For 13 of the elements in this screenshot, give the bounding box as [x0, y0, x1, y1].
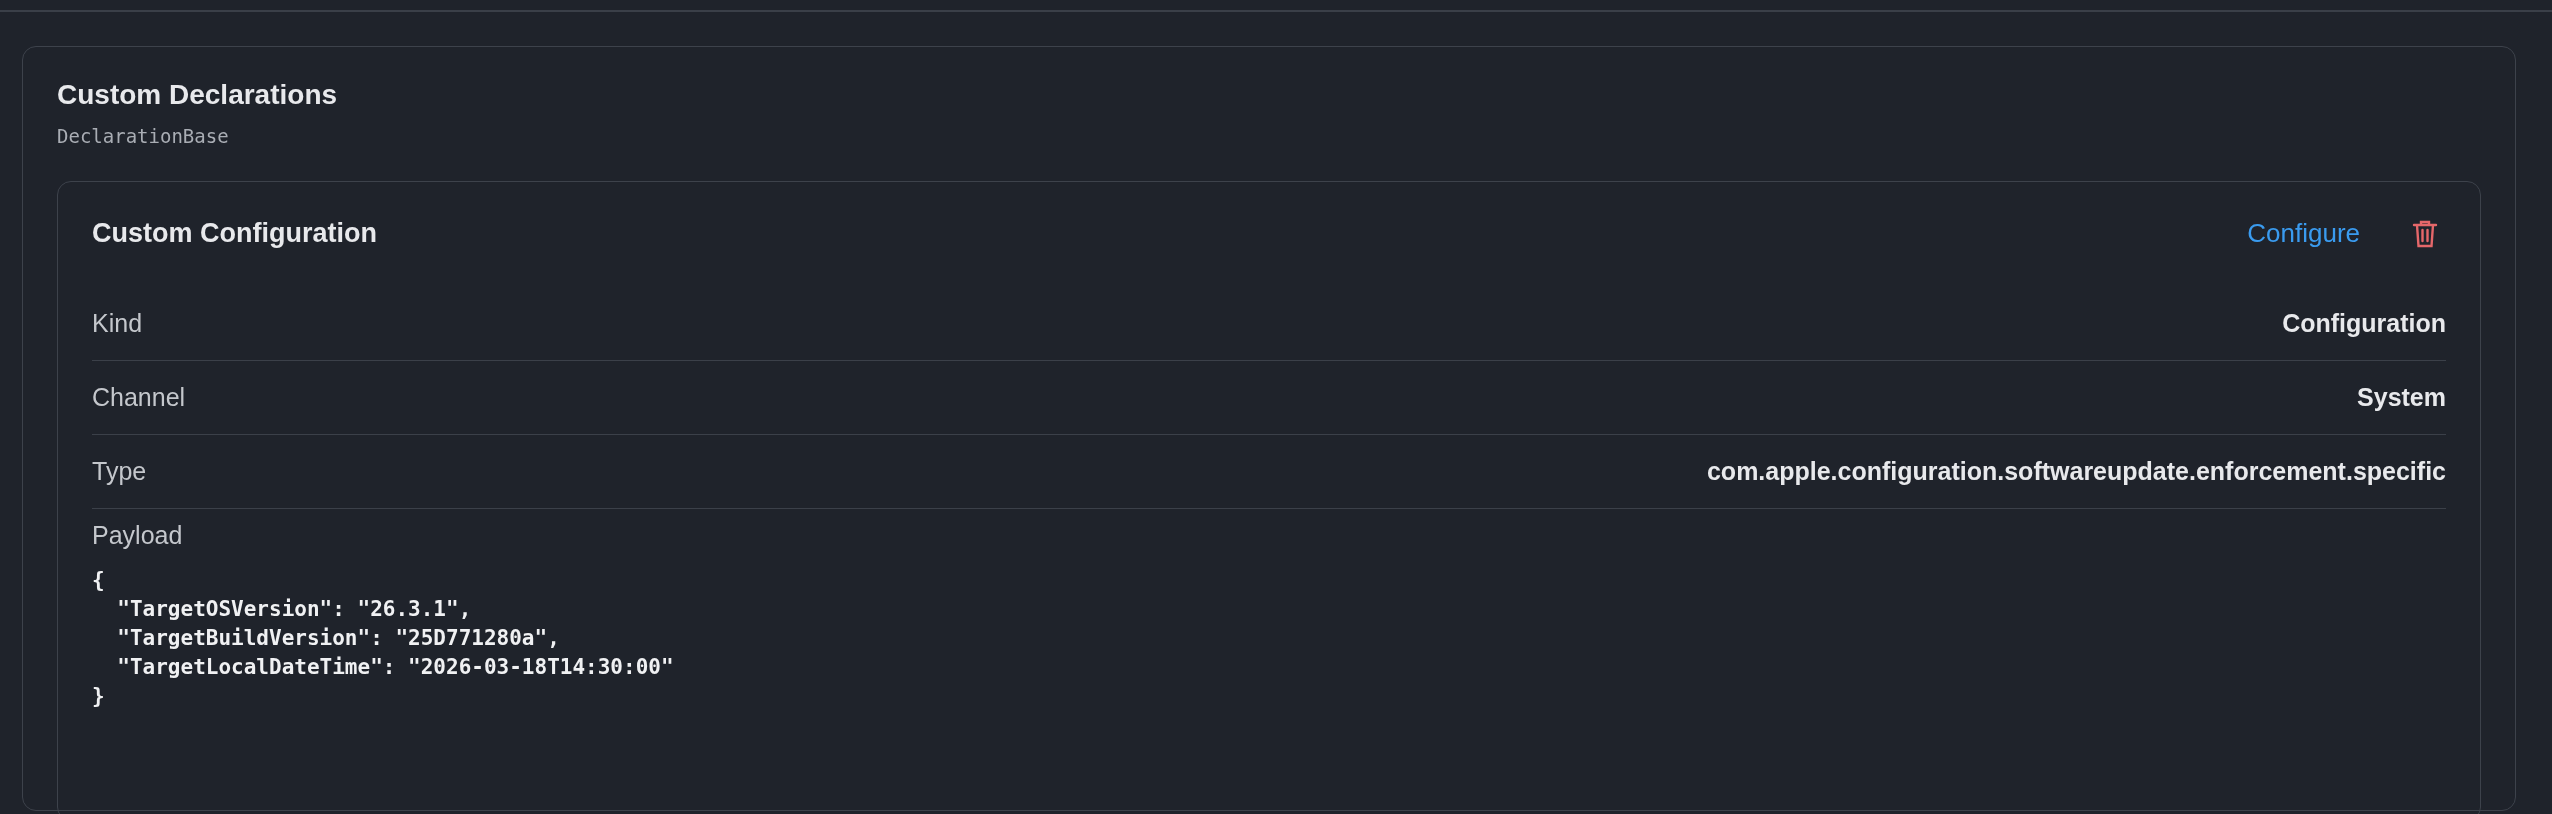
property-label: Kind [92, 309, 143, 338]
configure-link[interactable]: Configure [2247, 218, 2360, 249]
property-value: System [2357, 383, 2446, 412]
property-label: Payload [92, 521, 184, 550]
payload-code: { "TargetOSVersion": "26.3.1", "TargetBuildVersion": "25D771280a", "TargetLocalDateTime": "2026-03-18T14:30:00" } [92, 567, 675, 710]
property-value: com.apple.configuration.softwareupdate.enforcement.specific [1706, 457, 2446, 486]
trash-icon[interactable] [2412, 218, 2438, 249]
section-title: Custom Declarations [57, 79, 339, 111]
property-label: Channel [92, 383, 186, 412]
property-label: Type [92, 457, 147, 486]
property-value: Configuration [2282, 309, 2446, 338]
card-title: Custom Configuration [92, 218, 377, 249]
section-subtitle: DeclarationBase [57, 125, 230, 147]
